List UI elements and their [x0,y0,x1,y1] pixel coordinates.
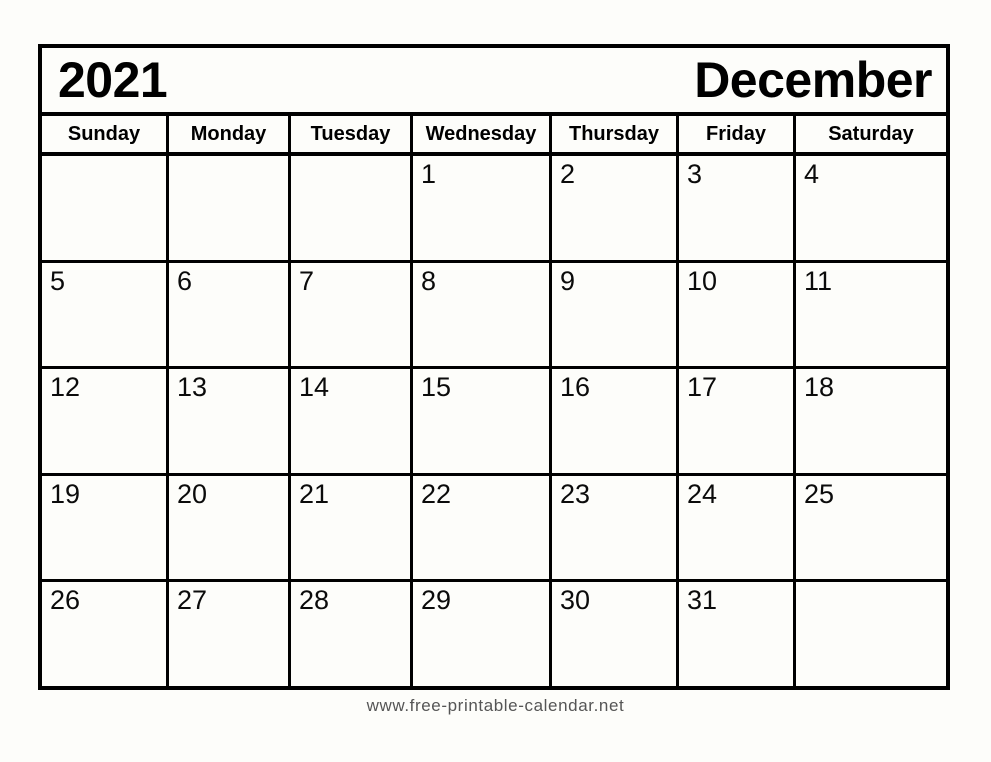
day-cell[interactable]: 14 [291,369,413,473]
day-number: 19 [50,478,81,509]
weekday-header-row: Sunday Monday Tuesday Wednesday Thursday… [42,116,946,156]
day-cell[interactable]: 22 [413,475,552,580]
day-number: 29 [421,585,452,616]
day-number: 18 [804,372,835,403]
weekday-header-wednesday: Wednesday [413,116,552,152]
day-number: 24 [687,478,718,509]
day-number: 30 [560,585,591,616]
calendar-title-row: 2021 December [42,48,946,116]
day-cell[interactable]: 16 [552,369,679,473]
week-row: 5 6 7 8 9 10 11 [42,262,946,370]
day-cell[interactable]: 1 [413,156,552,260]
day-cell[interactable] [796,582,946,686]
calendar-month: December [694,52,932,108]
day-number: 31 [687,585,718,616]
day-number: 14 [299,372,330,403]
day-number: 20 [177,478,208,509]
week-row: 1 2 3 4 [42,156,946,263]
day-number: 26 [50,585,81,616]
calendar-weeks: 1 2 3 4 5 6 7 8 9 10 11 12 13 14 15 16 1… [42,156,946,686]
day-cell[interactable]: 3 [679,156,796,260]
day-cell[interactable] [169,156,291,260]
day-number: 3 [687,159,703,189]
day-cell[interactable]: 31 [679,582,796,686]
weekday-header-friday: Friday [679,116,796,152]
day-cell[interactable]: 5 [42,262,169,367]
day-cell[interactable]: 13 [169,369,291,473]
day-number: 11 [804,265,833,296]
day-number: 25 [804,478,835,509]
day-number: 1 [421,159,437,189]
calendar-page: 2021 December Sunday Monday Tuesday Wedn… [0,0,991,762]
day-number: 6 [177,265,193,296]
day-number: 17 [687,372,718,403]
day-cell[interactable]: 8 [413,262,552,367]
day-cell[interactable]: 20 [169,475,291,580]
footer-url: www.free-printable-calendar.net [366,696,625,715]
day-number: 5 [50,265,66,296]
day-cell[interactable]: 7 [291,262,413,367]
day-cell[interactable]: 25 [796,476,946,580]
day-number: 13 [177,372,208,403]
week-row: 19 20 21 22 23 24 25 [42,475,946,583]
day-cell[interactable]: 30 [552,582,679,686]
weekday-header-tuesday: Tuesday [291,116,413,152]
day-cell[interactable]: 21 [291,475,413,580]
day-number: 15 [421,372,452,403]
day-cell[interactable]: 24 [679,475,796,580]
day-number: 9 [560,265,576,296]
day-number: 10 [687,265,718,296]
day-number: 28 [299,585,330,616]
weekday-header-sunday: Sunday [42,116,169,152]
day-number: 23 [560,478,591,509]
week-row: 26 27 28 29 30 31 [42,582,946,686]
day-cell[interactable]: 28 [291,582,413,686]
weekday-header-saturday: Saturday [828,122,914,145]
day-cell[interactable] [291,156,413,260]
day-cell[interactable]: 6 [169,262,291,367]
day-cell[interactable] [42,156,169,260]
calendar-year: 2021 [58,52,168,108]
weekday-header-thursday: Thursday [552,116,679,152]
day-cell[interactable]: 19 [42,475,169,580]
day-cell[interactable]: 12 [42,369,169,473]
day-number: 22 [421,478,452,509]
day-number: 7 [299,265,315,296]
day-cell[interactable]: 2 [552,156,679,260]
day-cell[interactable]: 27 [169,582,291,686]
day-cell[interactable]: 4 [796,156,946,260]
day-cell[interactable]: 23 [552,475,679,580]
day-number: 16 [560,372,591,403]
calendar-grid: 2021 December Sunday Monday Tuesday Wedn… [38,44,950,690]
day-cell[interactable]: 10 [679,262,796,367]
day-cell[interactable]: 18 [796,369,946,473]
weekday-header-monday: Monday [169,116,291,152]
day-number: 21 [299,478,330,509]
day-cell[interactable]: 11 [796,263,946,367]
day-cell[interactable]: 17 [679,369,796,473]
day-number: 12 [50,372,81,403]
day-number: 4 [804,159,820,189]
day-cell[interactable]: 29 [413,582,552,686]
day-cell[interactable]: 9 [552,262,679,367]
day-number: 2 [560,159,576,189]
week-row: 12 13 14 15 16 17 18 [42,369,946,476]
day-number: 27 [177,585,208,616]
day-number: 8 [421,265,437,296]
day-cell[interactable]: 15 [413,369,552,473]
day-cell[interactable]: 26 [42,582,169,686]
